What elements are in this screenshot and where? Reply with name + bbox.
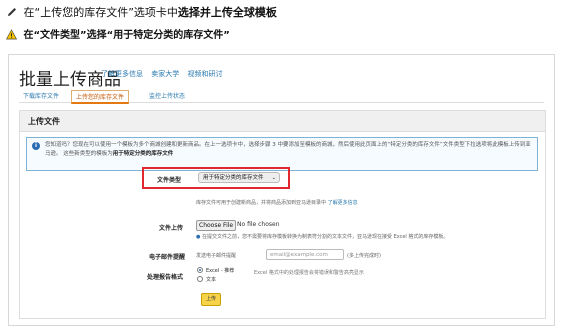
instruction-step-1: 在“上传您的库存文件”选项卡中选择并上传全球模板: [6, 6, 277, 20]
header-links: 了解更多信息 卖家大学 视频和研讨: [101, 69, 228, 79]
instruction-1-text: 在“上传您的库存文件”选项卡中: [23, 6, 178, 19]
file-type-hint-text: 库存文件可用于创建新商品，并将商品添加到亚马逊目录中: [196, 200, 327, 206]
instruction-2-text: 在“文件类型”选择“用于特定分类的库存文件”: [23, 30, 230, 41]
link-learn-more[interactable]: 了解更多信息: [101, 70, 143, 78]
report-format-label: 处理报告格式: [147, 274, 184, 281]
email-label: 电子邮件提醒: [149, 254, 186, 261]
email-suffix: (多上传完成时): [347, 253, 381, 259]
link-videos[interactable]: 视频和研讨: [187, 70, 222, 78]
bulk-upload-panel: 批量上传商品 了解更多信息 卖家大学 视频和研讨 下载库存文件 上传您的库存文件…: [8, 54, 555, 326]
pencil-icon: [8, 8, 16, 16]
choose-file-button[interactable]: Choose File: [196, 220, 237, 231]
info-text-bold: 用于特定分类的库存文件: [112, 151, 174, 157]
file-type-label: 文件类型: [157, 177, 182, 184]
no-file-text: No file chosen: [237, 221, 280, 228]
report-format-hint: Excel 格式中的处理报告会将错误和警告高亮显示: [254, 270, 364, 276]
chevron-down-icon: ⌄: [271, 175, 276, 181]
learn-more-link[interactable]: 了解更多信息: [328, 200, 358, 206]
email-input[interactable]: email@example.com: [266, 249, 344, 260]
screenshot: 在“上传您的库存文件”选项卡中选择并上传全球模板 在“文件类型”选择“用于特定分…: [0, 0, 561, 330]
link-seller-university[interactable]: 卖家大学: [151, 70, 179, 78]
file-type-hint: 库存文件可用于创建新商品，并将商品添加到亚马逊目录中 了解更多信息: [196, 199, 358, 206]
instruction-1-bold: 选择并上传全球模板: [177, 6, 277, 19]
tab-monitor-status[interactable]: 监控上传状态: [145, 90, 189, 101]
info-small-icon: ●: [196, 234, 201, 240]
radio-text-label: 文本: [206, 277, 217, 283]
file-upload-label: 文件上传: [159, 225, 184, 232]
card-header: 上传文件: [20, 111, 545, 132]
info-icon: i: [32, 142, 40, 150]
card-title: 上传文件: [28, 117, 60, 126]
radio-text[interactable]: [197, 276, 203, 282]
tab-upload-inventory[interactable]: 上传您的库存文件: [71, 90, 130, 104]
tab-download-inventory[interactable]: 下载库存文件: [19, 90, 63, 101]
info-box: i 您知道吗？您现在可以使用一个模板为多个商城创建和更新商品。在上一选项卡中，选…: [26, 137, 538, 171]
tab-bar: 下载库存文件 上传您的库存文件 监控上传状态: [19, 90, 544, 104]
file-upload-hint-text: 在提交文件之前，您不需要将库存模板转换为制表符分割的文本文件，亚马逊现在接受 E…: [201, 234, 449, 240]
radio-excel-label: Excel - 推荐: [206, 268, 235, 274]
upload-file-card: 上传文件 i 您知道吗？您现在可以使用一个模板为多个商城创建和更新商品。在上一选…: [19, 110, 546, 319]
email-prefix: 发送电子邮件提醒: [196, 253, 237, 259]
warning-icon: [6, 29, 17, 40]
file-type-value: 用于特定分类的库存文件: [203, 175, 264, 181]
file-upload-hint: ● 在提交文件之前，您不需要将库存模板转换为制表符分割的文本文件，亚马逊现在接受…: [196, 233, 448, 240]
radio-excel[interactable]: [197, 267, 203, 273]
upload-button[interactable]: 上传: [201, 293, 221, 306]
file-type-select[interactable]: 用于特定分类的库存文件 ⌄: [198, 172, 280, 183]
info-text: 您知道吗？您现在可以使用一个模板为多个商城创建和更新商品。在上一选项卡中，选择步…: [45, 141, 533, 159]
instruction-step-2: 在“文件类型”选择“用于特定分类的库存文件”: [6, 29, 230, 42]
